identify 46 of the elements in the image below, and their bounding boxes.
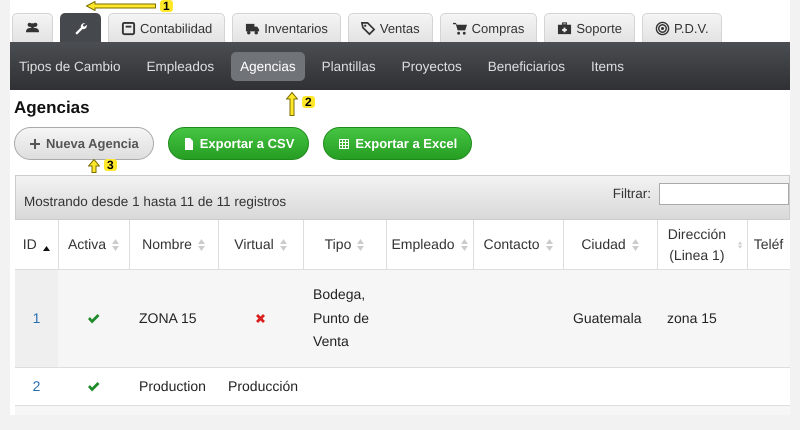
table-cell: zona 15 [667,310,717,326]
nav-tab[interactable]: Compras [440,13,538,42]
callout-number: 3 [104,159,117,171]
wrench-icon [73,20,88,36]
arrow [86,1,156,11]
users-icon [25,20,40,36]
records-info: Mostrando desde 1 hasta 11 de 11 registros [24,194,286,209]
plus-icon [29,138,41,150]
callout-number: 2 [302,96,315,108]
nav-tab[interactable]: Contabilidad [108,13,226,42]
tag-icon [360,20,376,36]
id-link[interactable]: 2 [32,378,40,394]
arrow [286,92,298,116]
check-icon [87,312,100,326]
file-icon [182,138,195,150]
cross-icon [254,312,267,326]
table-cell: Bodega, Punto de Venta [313,286,370,350]
filter-label: Filtrar: [612,186,651,201]
table-cell: Producción [228,378,298,394]
id-link[interactable]: 1 [32,310,40,326]
new-agency-button[interactable]: Nueva Agencia [14,127,154,160]
table-cell: ZONA 15 [139,310,197,326]
table-cell: Production [139,378,206,394]
sub-nav-item[interactable]: Tipos de Cambio [10,52,130,80]
nav-tab[interactable]: Ventas [348,13,433,42]
nav-tab[interactable]: Inventarios [232,13,341,42]
arrow [88,159,100,173]
filter-field[interactable] [659,182,789,204]
sub-nav-item[interactable]: Empleados [138,52,224,80]
target-icon [654,20,670,36]
calculator-icon [121,20,136,36]
nav-tab[interactable]: Soporte [544,13,635,42]
page-title: Agencias [14,98,90,118]
sub-nav-item[interactable]: Proyectos [392,52,471,80]
grid-icon [338,138,350,150]
sub-nav-item[interactable]: Agencias [231,52,305,80]
sub-nav-item[interactable]: Plantillas [312,52,385,80]
sub-nav-item[interactable]: Items [582,52,634,80]
check-icon [87,380,100,394]
nav-tab[interactable]: P.D.V. [642,13,722,42]
cart-icon [452,20,468,36]
medkit-icon [557,20,572,36]
callout-number: 1 [160,0,173,12]
table-cell: Guatemala [573,310,642,326]
nav-tab[interactable] [60,13,101,42]
sub-nav-item[interactable]: Beneficiarios [478,52,574,80]
